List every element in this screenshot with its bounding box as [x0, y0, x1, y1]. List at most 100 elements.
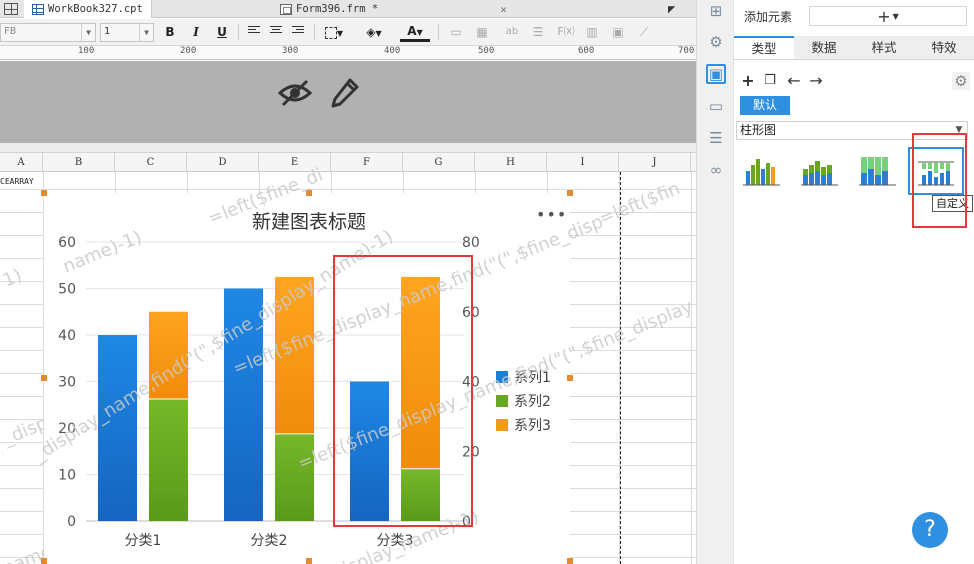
- arrow-left-icon[interactable]: ←: [785, 72, 803, 90]
- page-boundary-line: [620, 172, 621, 564]
- text-ab-icon[interactable]: ab: [504, 24, 520, 40]
- ruler-mark: 200: [180, 46, 197, 56]
- chart-style-thumb-percent[interactable]: [850, 147, 906, 195]
- chart-style-thumb-stacked[interactable]: [792, 147, 848, 195]
- app-window: WorkBook327.cpt Form396.frm * ✕ ◤ FB ▼ 1 ▼…: [0, 0, 974, 564]
- add-chart-icon[interactable]: +: [739, 72, 757, 90]
- column-header[interactable]: C: [115, 153, 187, 172]
- ruler-mark: 100: [78, 46, 95, 56]
- border-icon[interactable]: ▼: [322, 24, 346, 40]
- y-axis-left-tick: 10: [58, 468, 76, 484]
- legend-item[interactable]: 系列2: [496, 391, 551, 411]
- column-header[interactable]: E: [259, 153, 331, 172]
- x-axis-category-label: 分类2: [251, 533, 288, 549]
- resize-handle[interactable]: [41, 190, 47, 196]
- home-grid-icon[interactable]: [4, 0, 18, 18]
- merge-cells-icon[interactable]: ▭: [448, 24, 464, 40]
- tab-workbook[interactable]: WorkBook327.cpt: [24, 0, 152, 18]
- close-tab-icon[interactable]: ✕: [500, 3, 507, 16]
- text-color-button[interactable]: A▼: [400, 24, 430, 42]
- gear-icon[interactable]: ⚙: [952, 72, 970, 90]
- bar-series1: [98, 335, 137, 521]
- annotation-highlight-box: [912, 133, 967, 228]
- slash-icon[interactable]: ⟋: [636, 24, 652, 40]
- column-header[interactable]: G: [403, 153, 475, 172]
- cell-a1[interactable]: CEARRAY: [0, 173, 43, 190]
- legend-label: 系列1: [514, 370, 551, 386]
- chart-property-icon[interactable]: ▣: [706, 64, 726, 84]
- y-axis-left-tick: 20: [58, 421, 76, 437]
- bar-series2: [149, 398, 188, 521]
- legend-item[interactable]: 系列1: [496, 367, 551, 387]
- ruler-mark: 600: [578, 46, 595, 56]
- resize-handle[interactable]: [567, 558, 573, 564]
- resize-handle[interactable]: [306, 558, 312, 564]
- arrow-right-icon[interactable]: →: [807, 72, 825, 90]
- chart-bar-icon[interactable]: ▥: [584, 24, 600, 40]
- y-axis-left-tick: 30: [58, 375, 76, 391]
- side-icon-bar: ⊞ ⚙ ▣ ▭ ☰ ∞: [696, 0, 734, 564]
- toolbar-divider: [314, 24, 315, 40]
- help-button[interactable]: ?: [912, 512, 948, 548]
- tab-label: Form396.frm *: [296, 3, 379, 15]
- link-icon[interactable]: ∞: [706, 160, 726, 180]
- toolbar-divider: [438, 24, 439, 40]
- tab-style[interactable]: 样式: [854, 36, 914, 59]
- legend-item[interactable]: 系列3: [496, 415, 551, 435]
- layout-icon[interactable]: ⊞: [706, 1, 726, 21]
- bar-series2: [275, 433, 314, 521]
- bar-chart[interactable]: 新建图表标题 ••• 0 10 20 30 40 50 60 0 20 40 60 80 分类1 分类…: [44, 193, 570, 564]
- column-header[interactable]: A: [0, 153, 43, 172]
- hidden-eye-icon[interactable]: [278, 78, 312, 108]
- tab-form[interactable]: Form396.frm * ✕: [276, 0, 511, 18]
- align-right-icon[interactable]: [292, 26, 304, 37]
- add-element-label: 添加元素: [744, 10, 793, 24]
- chart-style-thumb-clustered[interactable]: [734, 147, 790, 195]
- tab-overflow-icon[interactable]: ◤: [668, 0, 675, 18]
- copy-chart-icon[interactable]: ❐: [761, 72, 779, 90]
- tab-effects[interactable]: 特效: [914, 36, 974, 59]
- layers-icon[interactable]: ☰: [706, 128, 726, 148]
- canvas-spacer: [0, 143, 696, 153]
- chevron-down-icon: ▼: [81, 24, 95, 41]
- list-icon[interactable]: ☰: [530, 24, 546, 40]
- underline-button[interactable]: U: [214, 24, 230, 40]
- default-chart-tag[interactable]: 默认: [740, 96, 790, 115]
- column-header[interactable]: B: [43, 153, 115, 172]
- y-axis-left-tick: 60: [58, 235, 76, 251]
- font-name-select[interactable]: FB ▼: [0, 23, 96, 42]
- table-grid-icon[interactable]: ▦: [474, 24, 490, 40]
- tab-data[interactable]: 数据: [794, 36, 854, 59]
- tab-type[interactable]: 类型: [734, 36, 794, 59]
- column-header[interactable]: F: [331, 153, 403, 172]
- font-size-select[interactable]: 1 ▼: [100, 23, 154, 42]
- edit-pencil-icon[interactable]: [330, 77, 360, 109]
- bold-button[interactable]: B: [162, 24, 178, 40]
- add-element-button[interactable]: + ▼: [809, 6, 967, 26]
- column-header[interactable]: H: [475, 153, 547, 172]
- column-headers: A B C D E F G H I J: [0, 153, 696, 172]
- plus-icon: +: [877, 6, 891, 26]
- italic-button[interactable]: I: [188, 24, 204, 40]
- fill-color-icon[interactable]: ◈▼: [362, 24, 386, 40]
- column-header[interactable]: D: [187, 153, 259, 172]
- image-icon[interactable]: ▣: [610, 24, 626, 40]
- resize-handle[interactable]: [306, 190, 312, 196]
- align-center-icon[interactable]: [270, 26, 282, 37]
- monitor-icon[interactable]: ▭: [706, 96, 726, 116]
- property-panel: 添加元素 +▼ 类型 数据 样式 特效 + ❐ ← → ⚙ 默认 柱形图 ▼: [734, 0, 974, 564]
- formula-icon[interactable]: F⒳: [556, 24, 576, 40]
- resize-handle[interactable]: [41, 558, 47, 564]
- resize-handle[interactable]: [567, 375, 573, 381]
- resize-handle[interactable]: [41, 375, 47, 381]
- bar-series3: [149, 311, 188, 399]
- column-header[interactable]: J: [619, 153, 691, 172]
- legend-swatch: [496, 395, 508, 407]
- property-tabs: 类型 数据 样式 特效: [734, 36, 974, 60]
- y-axis-left-tick: 0: [67, 514, 76, 530]
- widget-settings-icon[interactable]: ⚙: [706, 32, 726, 52]
- resize-handle[interactable]: [567, 190, 573, 196]
- chart-plot-area: 0102030405060 020406080 分类1 分类2 分类3: [58, 235, 480, 549]
- column-header[interactable]: I: [547, 153, 619, 172]
- align-left-icon[interactable]: [248, 26, 260, 37]
